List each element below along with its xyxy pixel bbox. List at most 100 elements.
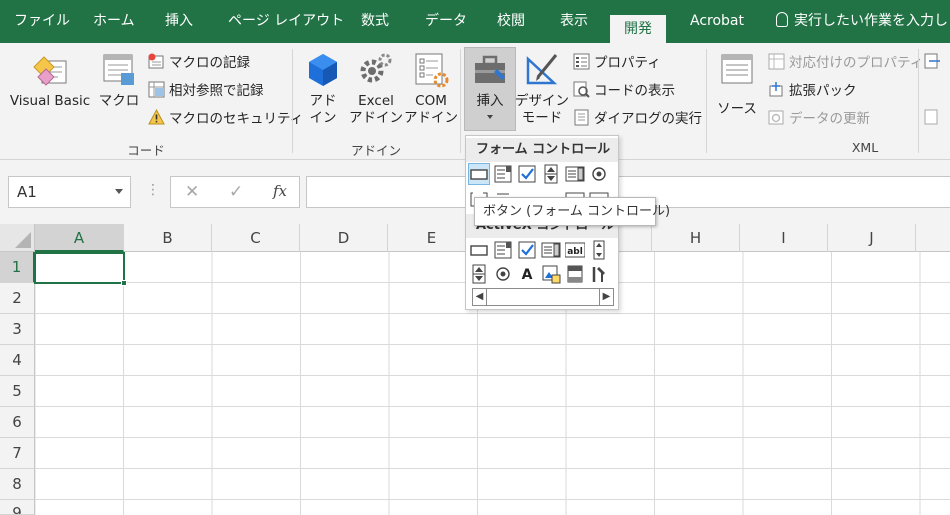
select-all-button[interactable]	[0, 224, 35, 252]
activex-option-button-control[interactable]	[493, 264, 513, 284]
column-header-h[interactable]: H	[652, 224, 740, 252]
activex-listbox-control[interactable]	[541, 240, 561, 260]
column-header-j[interactable]: J	[828, 224, 916, 252]
formula-bar-grip-icon: ⋮	[146, 182, 160, 198]
macro-button[interactable]: マクロ	[97, 51, 141, 110]
properties-button[interactable]: プロパティ	[573, 52, 661, 74]
select-all-triangle-icon	[15, 232, 31, 248]
run-dialog-button[interactable]: ダイアログの実行	[573, 108, 702, 130]
toolbox-icon	[472, 51, 508, 89]
chevron-down-icon	[487, 115, 493, 119]
activex-more-controls-icon[interactable]	[589, 264, 609, 284]
com-addins-icon	[413, 51, 449, 89]
row-header-6[interactable]: 6	[0, 407, 35, 438]
tab-data[interactable]: データ	[425, 0, 467, 43]
visual-basic-label: Visual Basic	[9, 93, 91, 109]
xml-source-button[interactable]: ソース	[712, 51, 762, 118]
activex-textbox-control[interactable]: abl	[565, 240, 585, 260]
macro-security-button[interactable]: マクロのセキュリティ	[148, 108, 303, 130]
com-addins-button[interactable]: COM アドイン	[404, 51, 458, 127]
enter-icon[interactable]: ✓	[229, 182, 243, 202]
svg-text:A: A	[522, 267, 533, 283]
tab-developer[interactable]: 開発	[610, 15, 666, 43]
warning-icon	[148, 108, 165, 126]
activex-toggle-button-control[interactable]	[565, 264, 585, 284]
column-header-k[interactable]	[916, 224, 950, 252]
tell-me-box[interactable]: 実行したい作業を入力し	[776, 0, 948, 43]
relative-reference-button[interactable]: 相対参照で記録	[148, 80, 264, 102]
tab-home[interactable]: ホーム	[93, 0, 135, 43]
visual-basic-button[interactable]: Visual Basic	[6, 51, 94, 110]
xml-source-label: ソース	[717, 101, 757, 117]
insert-control-button-pressed[interactable]: 挿入	[466, 51, 514, 119]
form-checkbox-control[interactable]	[517, 164, 537, 184]
xml-group-label: XML	[851, 140, 879, 155]
view-code-button[interactable]: コードの表示	[573, 80, 675, 102]
tab-file[interactable]: ファイル	[14, 0, 70, 43]
design-mode-button[interactable]: デザイン モード	[515, 51, 569, 127]
form-controls-header: フォーム コントロール	[466, 138, 618, 162]
activex-button-control[interactable]	[469, 240, 489, 260]
excel-addins-button[interactable]: Excel アドイン	[349, 51, 403, 127]
form-option-button-control[interactable]	[589, 164, 609, 184]
import-icon	[924, 53, 941, 70]
addin-button[interactable]: アド イン	[300, 51, 346, 127]
tab-view[interactable]: 表示	[560, 0, 588, 43]
row-header-9[interactable]: 9	[0, 500, 35, 515]
name-box[interactable]: A1	[8, 176, 131, 208]
row-header-2[interactable]: 2	[0, 283, 35, 314]
column-header-d[interactable]: D	[300, 224, 388, 252]
xml-source-icon	[719, 51, 755, 89]
cancel-icon[interactable]: ✕	[185, 182, 199, 202]
activex-checkbox-control[interactable]	[517, 240, 537, 260]
record-macro-button[interactable]: マクロの記録	[148, 52, 250, 74]
insert-function-icon[interactable]: fx	[273, 182, 287, 200]
form-combobox-control[interactable]	[493, 164, 513, 184]
svg-text:abl: abl	[567, 247, 583, 257]
activex-spinner-control[interactable]	[469, 264, 489, 284]
tab-acrobat[interactable]: Acrobat	[690, 0, 744, 43]
row-header-1[interactable]: 1	[0, 252, 35, 283]
refresh-data-button[interactable]: データの更新	[768, 108, 870, 130]
scroll-right-icon[interactable]: ▶	[599, 289, 613, 305]
fill-handle[interactable]	[121, 280, 127, 286]
tab-review[interactable]: 校閲	[497, 0, 525, 43]
expansion-packs-button[interactable]: 拡張パック	[768, 80, 857, 102]
row-header-3[interactable]: 3	[0, 314, 35, 345]
column-header-i[interactable]: I	[740, 224, 828, 252]
code-group-label: コード	[127, 143, 165, 158]
export-button[interactable]	[924, 108, 945, 130]
dropdown-scrollbar[interactable]: ◀ ▶	[472, 288, 614, 306]
com-addins-label-line2: アドイン	[404, 110, 458, 126]
form-listbox-control[interactable]	[565, 164, 585, 184]
name-box-value: A1	[17, 183, 37, 201]
tab-page-layout[interactable]: ページ レイアウト	[228, 0, 344, 43]
activex-label-control[interactable]: A	[517, 264, 537, 284]
row-header-5[interactable]: 5	[0, 376, 35, 407]
addins-group-label: アドイン	[350, 143, 401, 158]
formula-buttons: ✕ ✓ fx	[170, 176, 300, 208]
map-properties-button[interactable]: 対応付けのプロパティ	[768, 52, 923, 74]
activex-scrollbar-control[interactable]	[589, 240, 609, 260]
excel-addins-label-line2: アドイン	[349, 110, 403, 126]
column-header-a[interactable]: A	[35, 224, 124, 252]
column-header-c[interactable]: C	[212, 224, 300, 252]
column-header-b[interactable]: B	[124, 224, 212, 252]
row-header-4[interactable]: 4	[0, 345, 35, 376]
visual-basic-icon	[30, 51, 70, 89]
import-button[interactable]	[924, 52, 945, 74]
chevron-down-icon[interactable]	[115, 189, 123, 194]
form-spinner-control[interactable]	[541, 164, 561, 184]
row-header-8[interactable]: 8	[0, 469, 35, 500]
active-cell-a1[interactable]	[34, 252, 127, 286]
group-separator	[918, 49, 919, 153]
row-header-7[interactable]: 7	[0, 438, 35, 469]
activex-combobox-control[interactable]	[493, 240, 513, 260]
column-header-e[interactable]: E	[388, 224, 476, 252]
scroll-left-icon[interactable]: ◀	[473, 289, 487, 305]
macro-label: マクロ	[98, 93, 140, 109]
activex-image-control[interactable]	[541, 264, 561, 284]
tab-insert[interactable]: 挿入	[165, 0, 193, 43]
tab-formulas[interactable]: 数式	[361, 0, 389, 43]
form-button-control[interactable]	[468, 163, 490, 185]
